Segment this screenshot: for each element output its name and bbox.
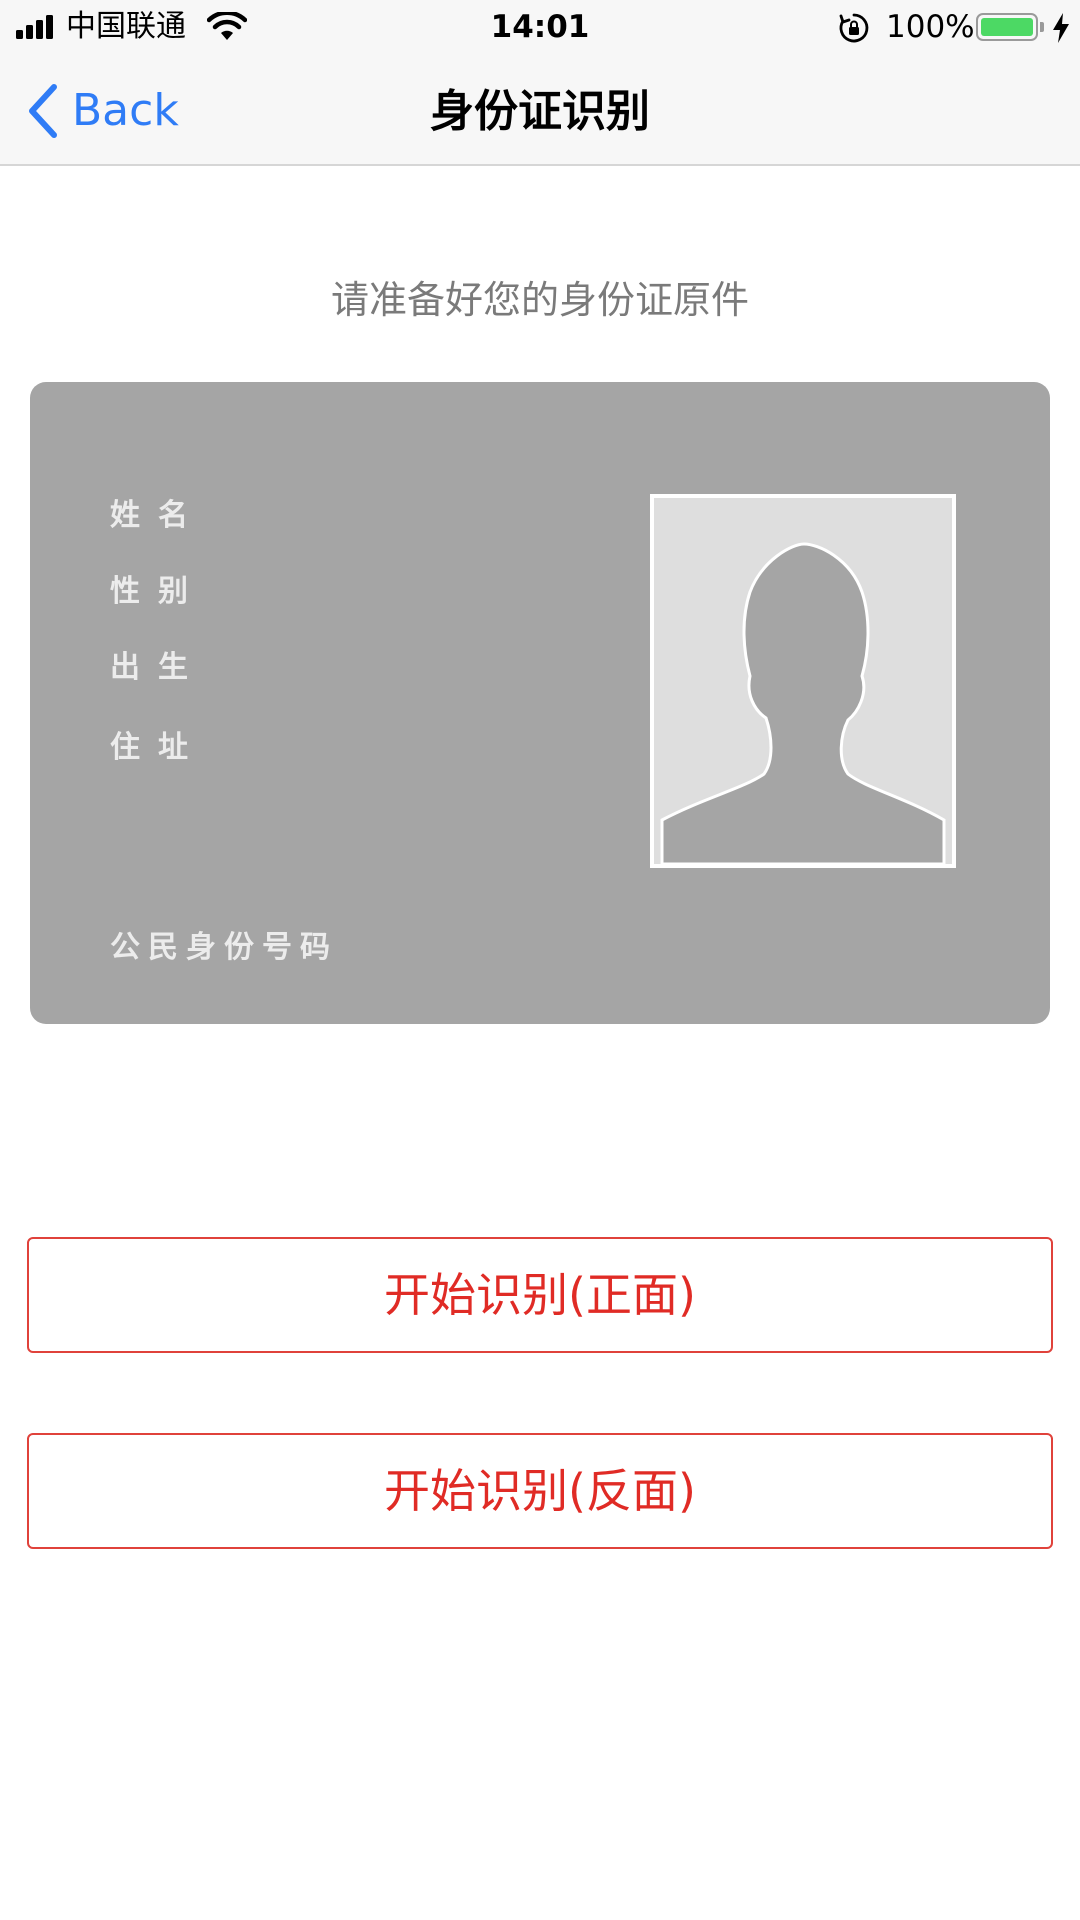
person-silhouette-icon [660,542,946,864]
id-card-illustration: 姓名 性别 出生 住址 公民身份号码 [30,382,1050,1024]
scan-front-button[interactable]: 开始识别(正面) [27,1237,1053,1353]
portrait-photo-area [654,498,952,864]
birth-label: 出生 [110,650,206,685]
address-label: 住址 [110,730,206,765]
name-label: 姓名 [110,498,206,533]
scan-back-button[interactable]: 开始识别(反面) [27,1433,1053,1549]
battery-level-fill [981,18,1033,36]
id-number-label: 公民身份号码 [110,930,338,965]
navigation-bar: Back 身份证识别 [0,56,1080,166]
battery-icon [976,13,1038,41]
gender-label: 性别 [110,574,206,609]
screen: 中国联通 14:01 100% Back 身份证识别 请准备好您的身份证原件 姓… [0,0,1080,1920]
battery-cap [1040,22,1044,32]
instruction-text: 请准备好您的身份证原件 [330,278,749,322]
status-bar: 中国联通 14:01 100% [0,0,1080,56]
portrait-photo-frame [650,494,956,868]
battery-percentage: 100% [886,9,975,45]
page-title: 身份证识别 [430,86,650,137]
orientation-lock-icon [839,13,869,43]
charging-bolt-icon [1053,13,1069,43]
